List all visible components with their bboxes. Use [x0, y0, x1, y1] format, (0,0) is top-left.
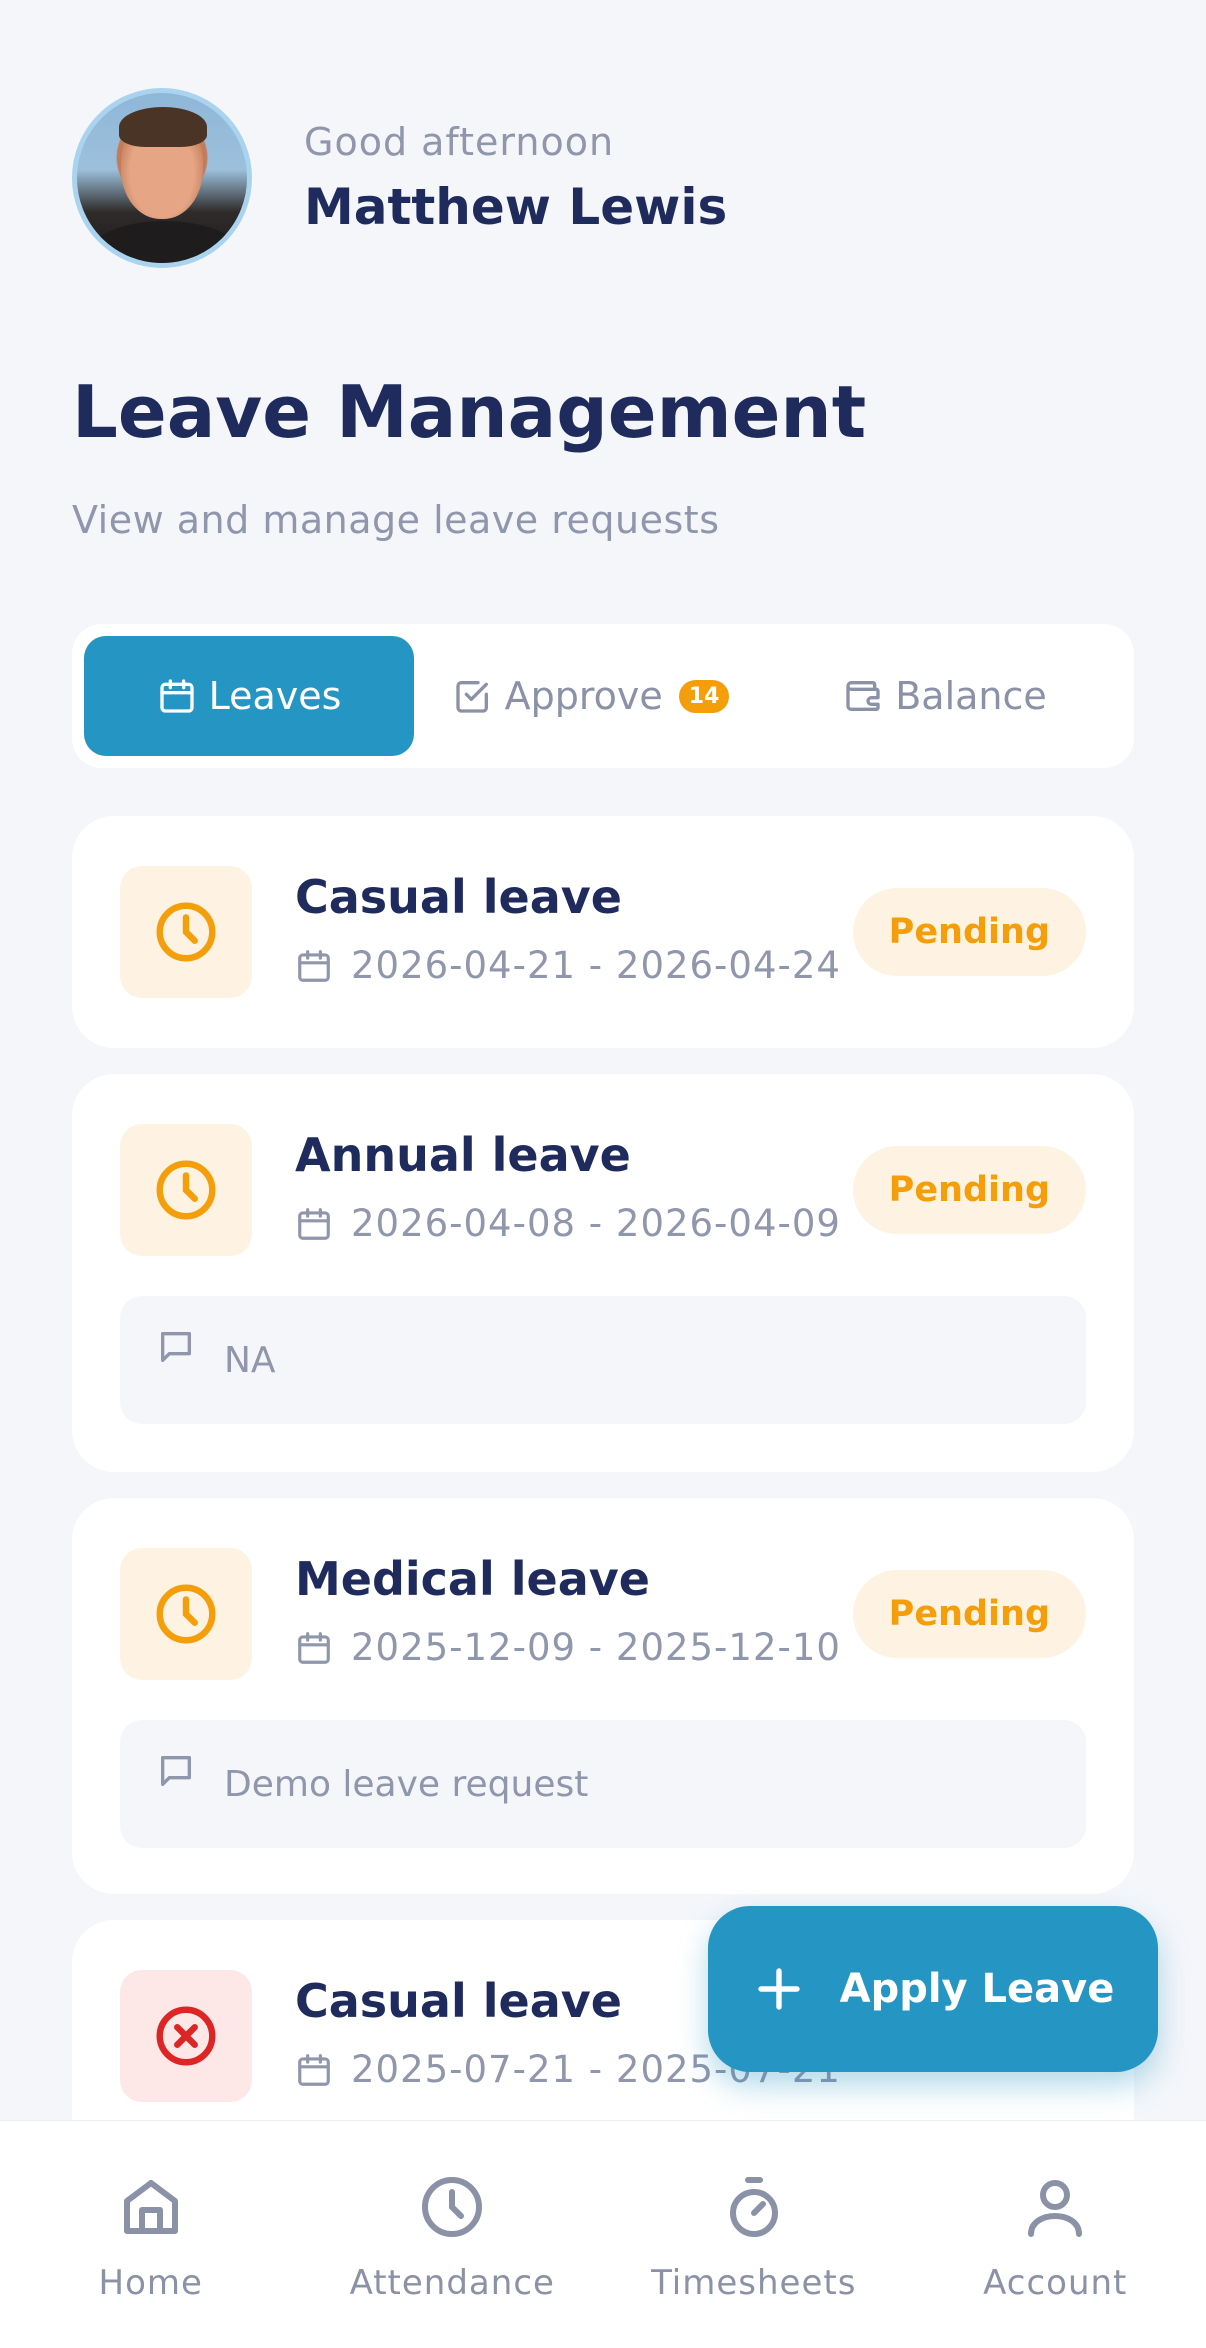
leave-note: Demo leave request — [120, 1720, 1086, 1848]
calendar-icon — [298, 949, 330, 982]
calendar-icon — [159, 679, 194, 713]
leave-type: Medical leave — [295, 1552, 650, 1606]
pending-status-icon-box — [120, 1548, 252, 1680]
calendar-icon — [298, 1631, 330, 1664]
calendar-icon — [298, 2053, 330, 2086]
leave-type: Casual leave — [295, 1974, 622, 2028]
avatar[interactable] — [72, 88, 252, 268]
page-title: Leave Management — [72, 370, 867, 454]
pending-status-icon-box — [120, 1124, 252, 1256]
rejected-status-icon-box — [120, 1970, 252, 2102]
leave-type: Casual leave — [295, 870, 622, 924]
approve-count-badge: 14 — [678, 679, 730, 713]
leave-note: NA — [120, 1296, 1086, 1424]
tab-approve[interactable]: Approve 14 — [414, 636, 768, 756]
tab-bar: Leaves Approve 14 Balance — [72, 624, 1134, 768]
clock-icon — [156, 1160, 216, 1220]
nav-account-label: Account — [983, 2263, 1128, 2303]
leave-dates: 2026-04-21 - 2026-04-24 — [295, 944, 841, 987]
apply-leave-button[interactable]: Apply Leave — [708, 1906, 1158, 2072]
comment-icon — [161, 1756, 191, 1786]
leave-dates: 2026-04-08 - 2026-04-09 — [295, 1202, 841, 1245]
plus-icon — [757, 1968, 800, 2010]
clock-icon — [422, 2177, 483, 2237]
comment-icon — [161, 1332, 191, 1362]
stopwatch-icon — [729, 2177, 778, 2237]
nav-home[interactable]: Home — [0, 2121, 302, 2303]
tab-leaves-label: Leaves — [208, 674, 342, 718]
clock-icon — [156, 902, 216, 962]
checkbox-icon — [455, 681, 488, 713]
bottom-navigation: Home Attendance Timesheets Account — [0, 2120, 1206, 2348]
tab-balance[interactable]: Balance — [768, 636, 1122, 756]
nav-attendance[interactable]: Attendance — [302, 2121, 604, 2303]
user-header: Good afternoon Matthew Lewis — [72, 88, 727, 268]
home-icon — [123, 2180, 178, 2234]
tab-leaves[interactable]: Leaves — [84, 636, 414, 756]
leave-note-text: NA — [224, 1339, 276, 1381]
leave-card[interactable]: Casual leave 2026-04-21 - 2026-04-24 Pen… — [72, 816, 1134, 1048]
nav-attendance-label: Attendance — [349, 2263, 555, 2303]
leave-date-range: 2026-04-08 - 2026-04-09 — [351, 1202, 841, 1245]
tab-balance-label: Balance — [895, 674, 1047, 718]
status-badge: Pending — [852, 888, 1086, 976]
user-icon — [1028, 2180, 1083, 2237]
leave-date-range: 2026-04-21 - 2026-04-24 — [351, 944, 841, 987]
leave-note-text: Demo leave request — [224, 1763, 589, 1805]
leave-date-range: 2025-12-09 - 2025-12-10 — [351, 1626, 841, 1669]
leave-dates: 2025-12-09 - 2025-12-10 — [295, 1626, 841, 1669]
wallet-icon — [846, 681, 880, 711]
leave-type: Annual leave — [295, 1128, 631, 1182]
apply-leave-label: Apply Leave — [839, 1966, 1115, 2012]
status-badge: Pending — [852, 1570, 1086, 1658]
nav-timesheets-label: Timesheets — [651, 2263, 857, 2303]
status-badge: Pending — [852, 1146, 1086, 1234]
leave-card[interactable]: Medical leave 2025-12-09 - 2025-12-10 Pe… — [72, 1498, 1134, 1894]
x-circle-icon — [156, 2006, 216, 2066]
pending-status-icon-box — [120, 866, 252, 998]
nav-home-label: Home — [98, 2263, 203, 2303]
leave-card[interactable]: Annual leave 2026-04-08 - 2026-04-09 Pen… — [72, 1074, 1134, 1472]
calendar-icon — [298, 1207, 330, 1240]
page-subtitle: View and manage leave requests — [72, 498, 720, 542]
user-name: Matthew Lewis — [304, 178, 728, 236]
nav-timesheets[interactable]: Timesheets — [603, 2121, 905, 2303]
nav-account[interactable]: Account — [905, 2121, 1206, 2303]
greeting-text: Good afternoon — [304, 120, 615, 164]
tab-approve-label: Approve — [504, 674, 663, 718]
clock-icon — [156, 1584, 216, 1644]
